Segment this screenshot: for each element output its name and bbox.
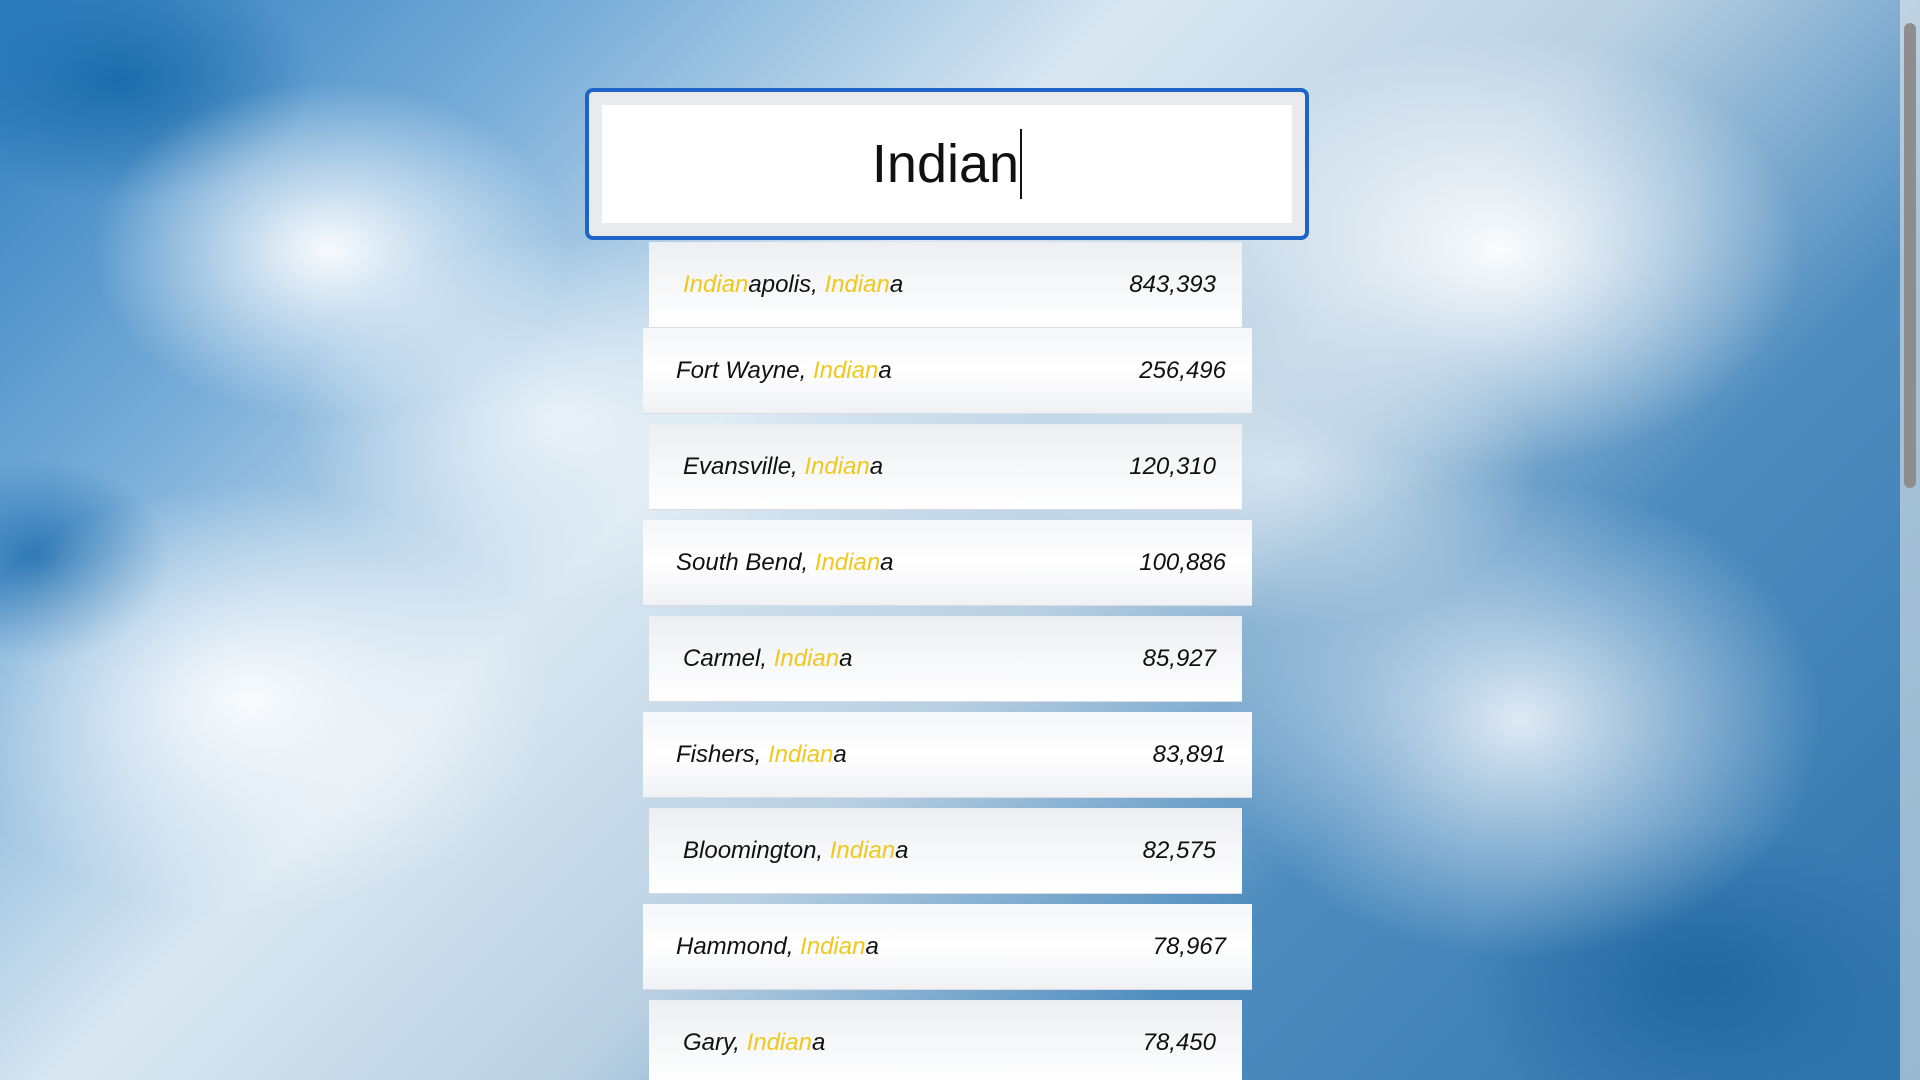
result-city-label: Carmel, Indiana bbox=[683, 645, 852, 673]
result-row-carmel[interactable]: Carmel, Indiana 85,927 bbox=[649, 616, 1242, 702]
match-highlight: Indian bbox=[683, 270, 749, 298]
city-name: Fort Wayne, bbox=[676, 356, 813, 384]
population-value: 82,575 bbox=[1142, 836, 1216, 864]
result-row-evansville[interactable]: Evansville, Indiana 120,310 bbox=[649, 424, 1242, 510]
result-row-bloomington[interactable]: Bloomington, Indiana 82,575 bbox=[649, 808, 1242, 894]
city-name: South Bend, bbox=[676, 548, 815, 576]
search-container: Indian bbox=[585, 88, 1309, 240]
city-name: Carmel, bbox=[683, 644, 774, 672]
result-city-label: Hammond, Indiana bbox=[676, 933, 879, 961]
population-value: 256,496 bbox=[1139, 356, 1226, 384]
result-city-label: Gary, Indiana bbox=[683, 1029, 825, 1057]
text-caret bbox=[1020, 129, 1023, 199]
state-suffix: a bbox=[878, 356, 892, 384]
state-suffix: a bbox=[833, 740, 847, 768]
match-highlight: Indian bbox=[812, 356, 879, 384]
scrollbar-thumb[interactable] bbox=[1904, 23, 1916, 488]
results-list: Indianapolis, Indiana 843,393 Fort Wayne… bbox=[643, 242, 1252, 1080]
vertical-scrollbar[interactable] bbox=[1900, 0, 1920, 1080]
match-highlight: Indian bbox=[773, 644, 840, 672]
city-name: Hammond, bbox=[676, 932, 801, 960]
population-value: 85,927 bbox=[1142, 644, 1216, 672]
result-row-indianapolis[interactable]: Indianapolis, Indiana 843,393 bbox=[649, 242, 1242, 328]
result-city-label: Evansville, Indiana bbox=[683, 453, 883, 481]
city-name: apolis, bbox=[748, 270, 825, 298]
result-row-gary[interactable]: Gary, Indiana 78,450 bbox=[649, 1000, 1242, 1080]
population-value: 100,886 bbox=[1139, 548, 1226, 576]
state-suffix: a bbox=[865, 932, 879, 960]
result-row-south-bend[interactable]: South Bend, Indiana 100,886 bbox=[643, 520, 1252, 606]
match-highlight: Indian bbox=[804, 452, 870, 480]
city-name: Gary, bbox=[683, 1028, 747, 1056]
city-name: Bloomington, bbox=[683, 836, 830, 864]
state-suffix: a bbox=[869, 452, 884, 480]
result-city-label: Fishers, Indiana bbox=[676, 741, 847, 769]
result-row-fort-wayne[interactable]: Fort Wayne, Indiana 256,496 bbox=[643, 328, 1252, 414]
match-highlight: Indian bbox=[800, 932, 866, 960]
result-city-label: Indianapolis, Indiana bbox=[683, 271, 903, 299]
population-value: 78,450 bbox=[1142, 1028, 1216, 1056]
match-highlight: Indian bbox=[814, 548, 881, 576]
state-suffix: a bbox=[895, 836, 909, 864]
population-value: 78,967 bbox=[1152, 932, 1226, 960]
city-name: Evansville, bbox=[683, 452, 805, 480]
state-suffix: a bbox=[839, 644, 853, 672]
search-query-text: Indian bbox=[871, 134, 1020, 194]
search-input[interactable]: Indian bbox=[602, 105, 1292, 223]
result-city-label: Fort Wayne, Indiana bbox=[676, 357, 892, 385]
result-row-hammond[interactable]: Hammond, Indiana 78,967 bbox=[643, 904, 1252, 990]
result-city-label: South Bend, Indiana bbox=[676, 549, 894, 577]
result-row-fishers[interactable]: Fishers, Indiana 83,891 bbox=[643, 712, 1252, 798]
match-highlight: Indian bbox=[829, 836, 896, 864]
state-suffix: a bbox=[811, 1028, 826, 1056]
population-value: 120,310 bbox=[1129, 452, 1216, 480]
match-highlight: Indian bbox=[768, 740, 834, 768]
result-city-label: Bloomington, Indiana bbox=[683, 837, 909, 865]
match-highlight: Indian bbox=[746, 1028, 812, 1056]
population-value: 83,891 bbox=[1152, 740, 1226, 768]
population-value: 843,393 bbox=[1129, 270, 1216, 298]
city-name: Fishers, bbox=[676, 740, 769, 768]
state-suffix: a bbox=[889, 270, 904, 298]
state-suffix: a bbox=[880, 548, 894, 576]
match-highlight: Indian bbox=[824, 270, 890, 298]
